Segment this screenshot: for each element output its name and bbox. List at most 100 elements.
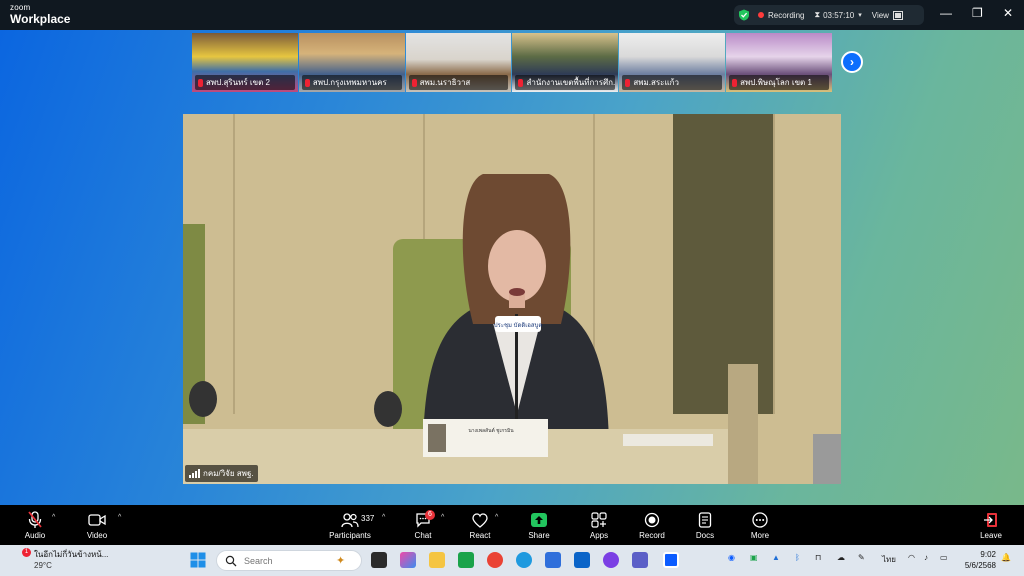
windows-start-icon[interactable] <box>190 552 206 568</box>
more-label: More <box>750 531 770 540</box>
thumbnail-label: สพป.กรุงเทพมหานคร <box>312 78 387 87</box>
search-input[interactable] <box>242 554 336 567</box>
thumbnail-strip: สพป.สุรินทร์ เขต 2 สพป.กรุงเทพมหานคร สพม… <box>192 33 832 92</box>
microphone-muted-icon <box>28 511 42 528</box>
brand-large: Workplace <box>10 12 71 26</box>
participant-thumbnail[interactable]: สพป.พิษณุโลก เขต 1 <box>726 33 832 92</box>
record-button[interactable]: Record <box>622 511 682 540</box>
participant-thumbnail[interactable]: สพม.สระแก้ว <box>619 33 726 92</box>
mic-muted-icon <box>732 78 738 87</box>
chrome-icon[interactable] <box>487 552 503 568</box>
windows-taskbar: ในอีกไม่กี่วันข้างหน้... 29°C 1 ✦ ◉ ▣ ▲ … <box>0 545 1024 576</box>
apps-grid-icon <box>591 512 607 528</box>
security-shield-icon[interactable] <box>738 9 750 21</box>
outlook-icon[interactable] <box>574 552 590 568</box>
audio-button[interactable]: Audio <box>5 511 65 540</box>
more-button[interactable]: More <box>730 511 790 540</box>
thumbnail-label: สพป.สุรินทร์ เขต 2 <box>206 78 270 87</box>
mic-muted-icon <box>625 78 631 87</box>
thumbnail-label: สำนักงานเขตพื้นที่การศึก... <box>526 78 616 87</box>
restore-icon[interactable]: ❐ <box>972 6 983 20</box>
recording-label: Recording <box>768 10 805 20</box>
participants-options-chevron-icon[interactable]: ^ <box>382 514 385 521</box>
volume-icon[interactable]: ♪ <box>924 553 928 562</box>
grid-view-icon[interactable] <box>892 10 903 20</box>
more-dots-icon <box>752 512 768 528</box>
participant-thumbnail[interactable]: สพป.สุรินทร์ เขต 2 <box>192 33 298 92</box>
taskbar-clock[interactable]: 9:02 5/6/2568 <box>956 549 996 571</box>
docs-button[interactable]: Docs <box>675 511 735 540</box>
leave-door-icon <box>984 513 997 527</box>
cloud-sync-icon[interactable]: ☁ <box>837 553 845 562</box>
thumbnail-label: สพม.นราธิวาส <box>419 78 471 87</box>
copilot-app-icon[interactable] <box>400 552 416 568</box>
search-icon <box>225 555 237 566</box>
mic-muted-icon <box>411 78 417 87</box>
react-label: React <box>469 531 491 540</box>
apps-button[interactable]: Apps <box>569 511 629 540</box>
copilot-sparkle-icon: ✦ <box>336 555 346 567</box>
react-options-chevron-icon[interactable]: ^ <box>495 514 498 521</box>
mic-muted-icon <box>518 78 524 87</box>
file-explorer-icon[interactable] <box>429 552 445 568</box>
pen-icon[interactable]: ✎ <box>858 553 865 562</box>
participants-count: 337 <box>361 514 375 523</box>
participant-thumbnail[interactable]: สำนักงานเขตพื้นที่การศึก... <box>512 33 619 92</box>
react-button[interactable]: React <box>450 511 510 540</box>
zoom-app-icon[interactable] <box>663 552 679 568</box>
video-options-chevron-icon[interactable]: ^ <box>118 514 121 521</box>
view-button[interactable]: View <box>872 11 889 20</box>
chat-options-chevron-icon[interactable]: ^ <box>441 514 444 521</box>
chat-unread-badge: 6 <box>425 510 435 520</box>
teams-icon[interactable] <box>632 552 648 568</box>
edge-icon[interactable] <box>516 552 532 568</box>
share-label: Share <box>528 531 550 540</box>
battery-icon[interactable]: ▭ <box>940 553 948 562</box>
line-app-icon[interactable] <box>458 552 474 568</box>
participant-thumbnail[interactable]: สพป.กรุงเทพมหานคร <box>298 33 405 92</box>
participant-thumbnail[interactable]: สพม.นราธิวาส <box>405 33 512 92</box>
zoom-tray-icon[interactable]: ◉ <box>728 553 735 562</box>
tray-app-icon[interactable]: ▣ <box>750 553 758 562</box>
bluetooth-icon[interactable]: ᛒ <box>795 553 800 562</box>
leave-button[interactable]: Leave <box>961 511 1021 540</box>
thumbnail-label: สพม.สระแก้ว <box>633 78 679 87</box>
taskbar-search[interactable]: ✦ <box>216 550 362 571</box>
speaker-video-frame: ประชุม บัดดิเอสบูต นางเพลสันต์ ชูเกรมิน <box>183 114 841 484</box>
speaker-name: กคม/วิจัย สพฐ. <box>203 469 254 478</box>
main-speaker-video[interactable]: ประชุม บัดดิเอสบูต นางเพลสันต์ ชูเกรมิน … <box>183 114 841 484</box>
share-button[interactable]: Share <box>509 511 569 540</box>
minimize-icon[interactable]: — <box>940 6 952 20</box>
brand-small: zoom <box>10 3 31 12</box>
mic-muted-icon <box>198 78 203 87</box>
participants-icon <box>341 513 359 528</box>
usb-icon[interactable]: ⊓ <box>815 553 821 562</box>
notification-bell-icon[interactable]: 🔔 <box>1001 553 1011 562</box>
leave-label: Leave <box>980 531 1002 540</box>
recording-pill[interactable]: Recording ⧗ 03:57:10 ▾ View <box>734 5 924 25</box>
clock-date: 5/6/2568 <box>964 561 996 570</box>
tray-upload-icon[interactable]: ▲ <box>772 553 780 562</box>
record-label: Record <box>639 531 665 540</box>
recording-time: 03:57:10 <box>823 10 855 20</box>
record-icon <box>644 512 660 528</box>
document-icon <box>698 512 712 528</box>
meeting-toolbar: Audio ^ Video ^ Participants 337 ^ Chat … <box>0 505 1024 545</box>
task-view-icon[interactable] <box>371 552 387 568</box>
store-icon[interactable] <box>545 552 561 568</box>
clock-time: 9:02 <box>980 550 996 559</box>
timer-icon: ⧗ <box>814 10 821 19</box>
input-language[interactable]: ไทย <box>882 553 896 566</box>
nameplate-text: นางเพลสันต์ ชูเกรมิน <box>468 427 514 434</box>
audio-label: Audio <box>24 531 46 540</box>
audio-options-chevron-icon[interactable]: ^ <box>52 514 55 521</box>
canva-icon[interactable] <box>603 552 619 568</box>
close-icon[interactable]: ✕ <box>1003 6 1013 20</box>
chevron-right-icon: › <box>850 55 854 69</box>
thumbnail-label: สพป.พิษณุโลก เขต 1 <box>740 78 812 87</box>
docs-label: Docs <box>695 531 715 540</box>
weather-alert-badge: 1 <box>22 548 31 557</box>
wifi-icon[interactable]: ◠ <box>908 553 915 562</box>
next-page-button[interactable]: › <box>841 51 863 73</box>
chevron-down-icon[interactable]: ▾ <box>858 11 862 19</box>
